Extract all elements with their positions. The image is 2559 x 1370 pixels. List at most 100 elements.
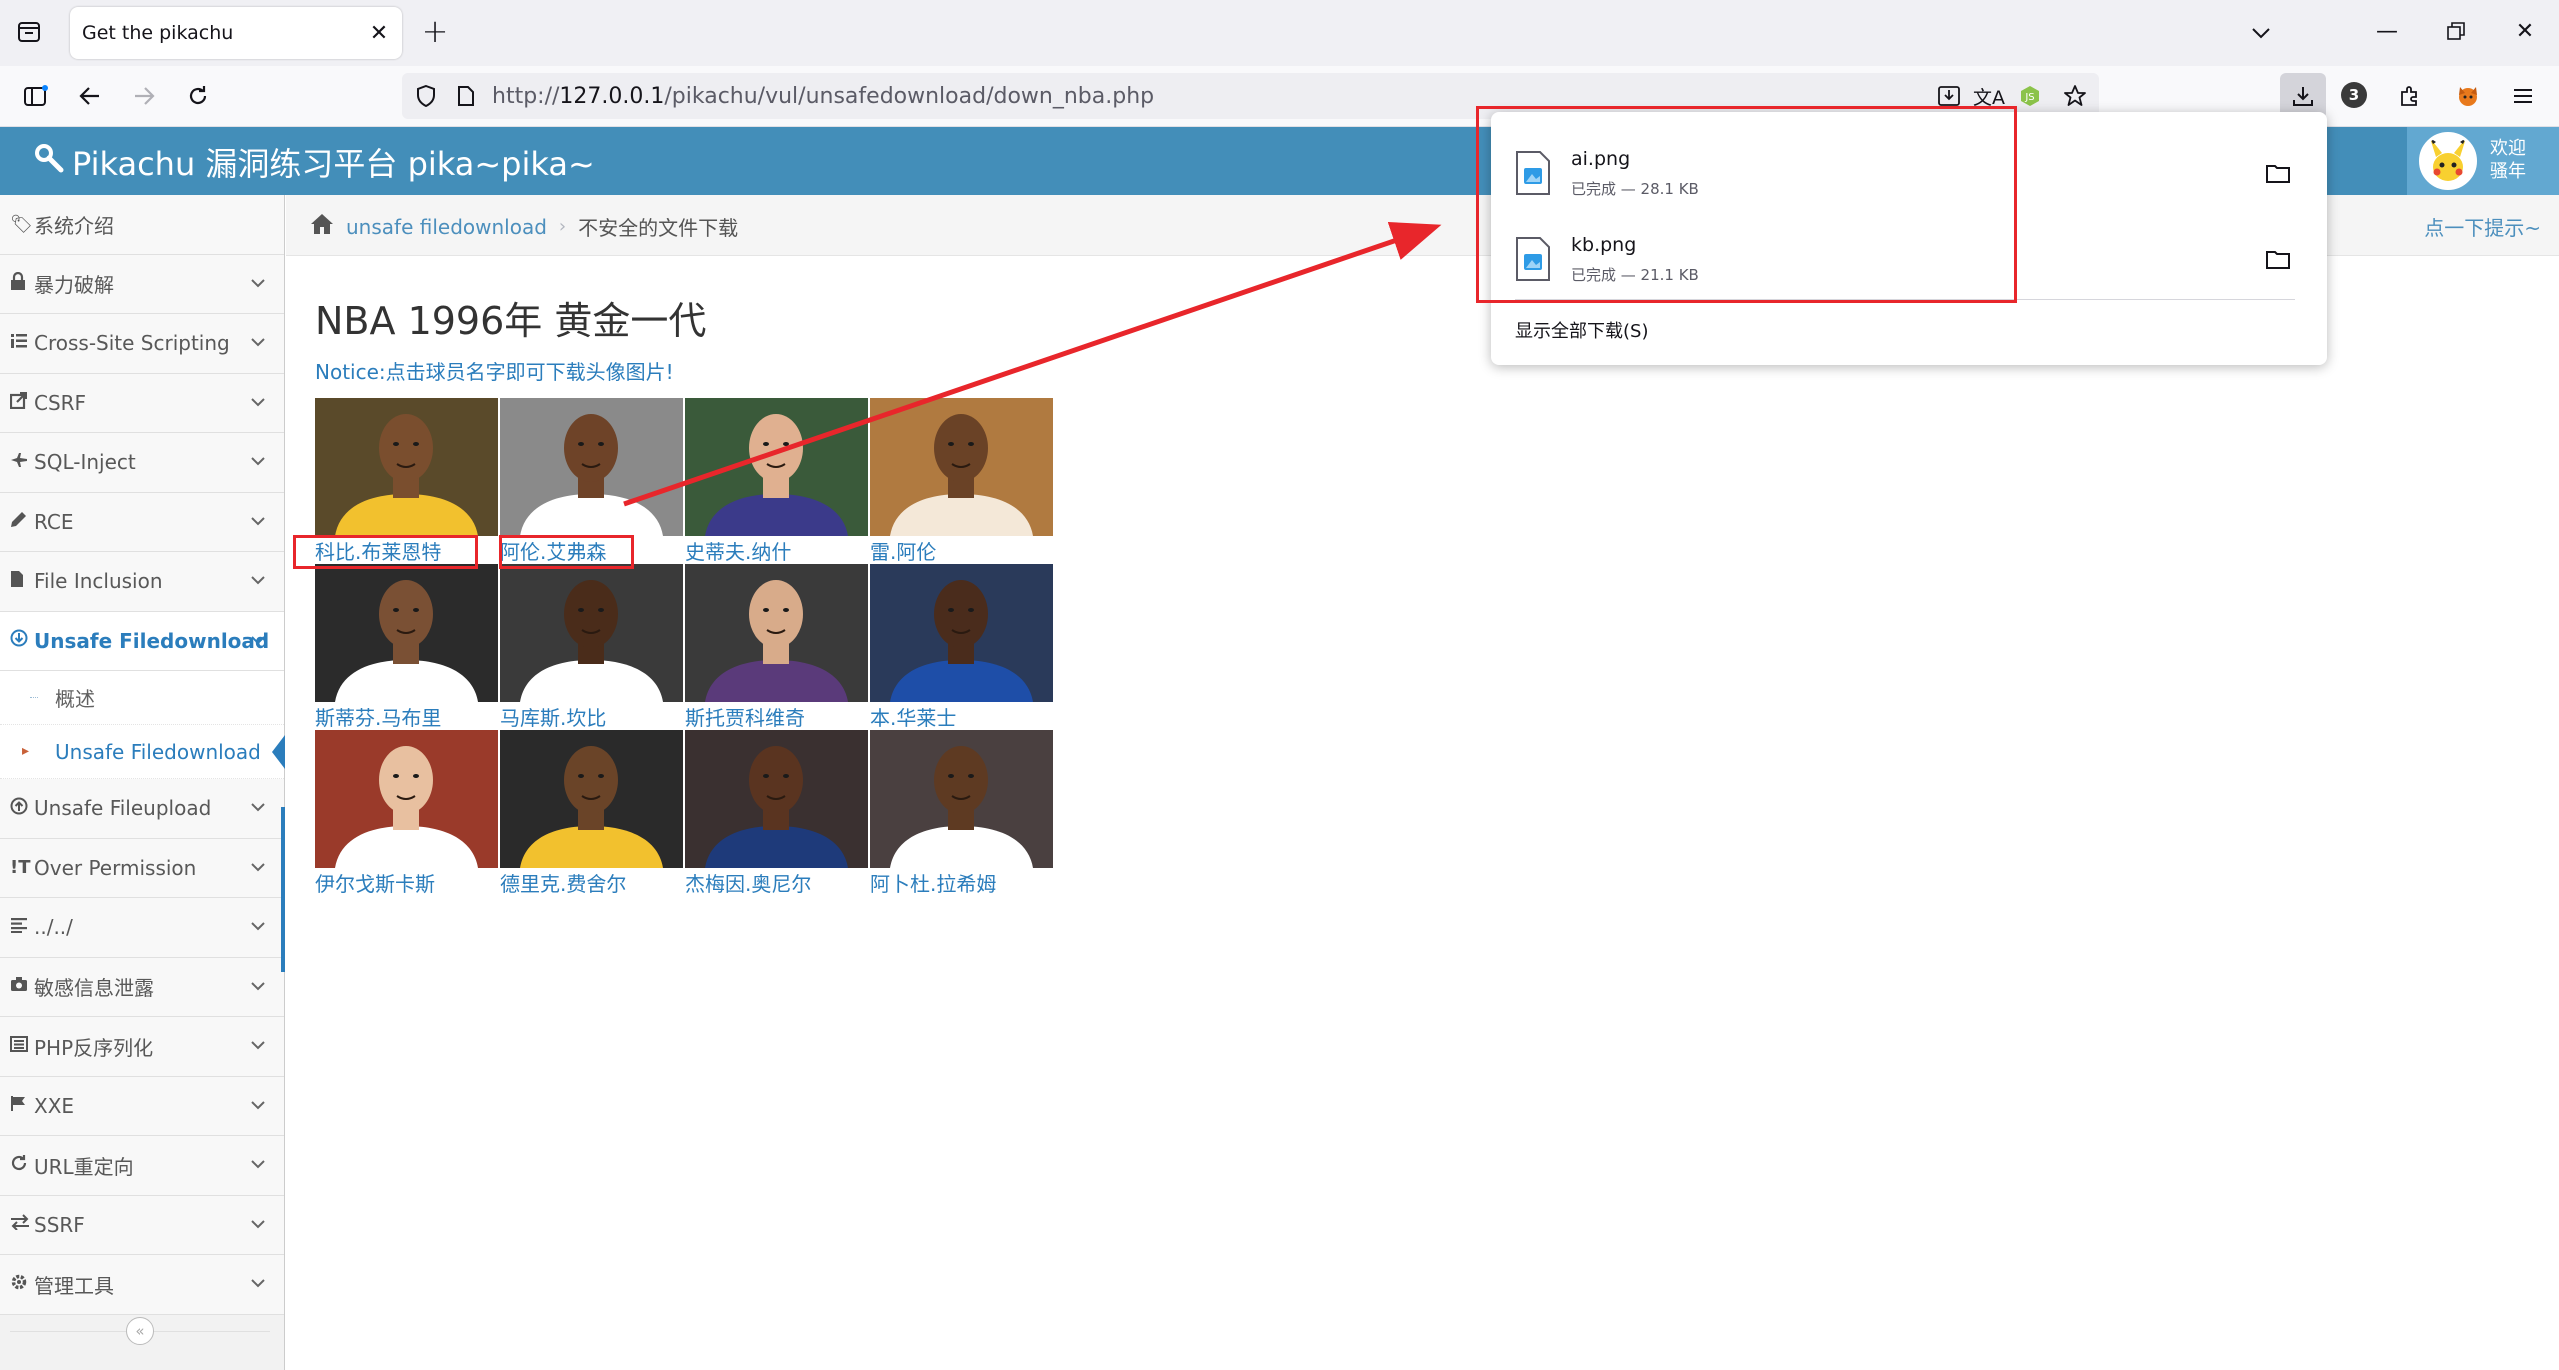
text-cursor-icon: !T	[10, 857, 31, 879]
folder-icon[interactable]	[2261, 242, 2295, 276]
hint-link[interactable]: 点一下提示~	[2424, 212, 2541, 241]
chevron-down-icon	[250, 976, 266, 995]
player-download-link[interactable]: 科比.布莱恩特	[315, 536, 441, 565]
sidebar-item-over-permission[interactable]: !T Over Permission	[0, 838, 284, 898]
player-card: 阿卜杜.拉希姆	[870, 730, 1053, 897]
fox-extension-icon[interactable]	[2450, 78, 2486, 114]
breadcrumb-separator-icon: ›	[558, 216, 567, 237]
menu-hamburger-icon[interactable]	[2505, 78, 2541, 114]
player-photo	[870, 564, 1053, 702]
sidebar-item-rce[interactable]: RCE	[0, 492, 284, 552]
sidebar-item-admin-tools[interactable]: 管理工具	[0, 1255, 284, 1315]
sidebar-item-label: Cross-Site Scripting	[34, 331, 230, 356]
tracking-shield-icon[interactable]	[410, 80, 442, 112]
page-info-icon[interactable]	[450, 80, 482, 112]
sidebar-collapse-icon[interactable]: «	[126, 1317, 154, 1345]
welcome-line-2: 骚年	[2490, 161, 2526, 182]
chevron-down-icon	[250, 916, 266, 935]
sidebar-item-label: Unsafe Fileupload	[34, 796, 212, 821]
chevron-down-icon	[250, 570, 266, 589]
reload-icon[interactable]	[180, 78, 216, 114]
sidebar-item-info-leak[interactable]: 敏感信息泄露	[0, 957, 284, 1017]
folder-icon[interactable]	[2261, 156, 2295, 190]
sidebar-item-xss[interactable]: Cross-Site Scripting	[0, 314, 284, 374]
avatar	[2419, 132, 2477, 190]
browser-tab[interactable]: Get the pikachu ✕	[70, 7, 402, 59]
player-card: 史蒂夫.纳什	[685, 398, 868, 565]
app-title[interactable]: Pikachu 漏洞练习平台 pika~pika~	[34, 139, 595, 185]
restore-icon[interactable]	[2436, 14, 2476, 48]
sidebar-item-ssrf[interactable]: SSRF	[0, 1195, 284, 1255]
player-download-link[interactable]: 德里克.费舍尔	[500, 868, 626, 897]
back-icon[interactable]	[72, 78, 108, 114]
chevron-down-icon	[250, 1273, 266, 1292]
extension-green-icon[interactable]: JS	[2014, 80, 2046, 112]
sidebar-subitem-unsafe-filedownload[interactable]: ▸ Unsafe Filedownload	[0, 725, 285, 779]
browser-tab-strip: Get the pikachu ✕ + — ✕	[0, 0, 2559, 66]
player-download-link[interactable]: 斯托贾科维奇	[685, 702, 805, 731]
sidebar-subitem-overview[interactable]: 概述	[0, 671, 284, 725]
sidebar-item-label: SQL-Inject	[34, 450, 136, 475]
player-download-link[interactable]: 伊尔戈斯卡斯	[315, 868, 435, 897]
wrench-icon	[34, 143, 64, 181]
download-item[interactable]: ai.png 已完成 — 28.1 KB	[1515, 134, 2295, 212]
sidebar-item-bruteforce[interactable]: 暴力破解	[0, 254, 284, 314]
extensions-count-badge[interactable]: 3	[2341, 82, 2367, 108]
chevron-down-icon	[250, 392, 266, 411]
sidebar-item-label: RCE	[34, 509, 74, 534]
sidebar-item-dir-traversal[interactable]: ../../	[0, 898, 284, 958]
sidebar-item-intro[interactable]: 🏷︎ 系统介绍	[0, 195, 284, 255]
upload-circle-icon	[10, 797, 34, 820]
chevron-down-icon[interactable]	[2244, 16, 2278, 50]
lock-icon	[10, 272, 34, 295]
sidebar-toggle-icon[interactable]	[18, 78, 54, 114]
player-download-link[interactable]: 阿卜杜.拉希姆	[870, 868, 996, 897]
tab-close-icon[interactable]: ✕	[366, 20, 392, 46]
align-left-icon	[10, 917, 34, 938]
download-item[interactable]: kb.png 已完成 — 21.1 KB	[1515, 220, 2295, 298]
forward-icon[interactable]	[126, 78, 162, 114]
user-menu[interactable]: 欢迎 骚年	[2407, 127, 2559, 195]
player-photo	[315, 564, 498, 702]
sidebar-item-file-inclusion[interactable]: File Inclusion	[0, 552, 284, 612]
show-all-downloads-button[interactable]: 显示全部下载(S)	[1515, 317, 1648, 343]
player-card: 斯托贾科维奇	[685, 564, 868, 731]
sidebar-subitem-label: 概述	[55, 687, 95, 711]
player-download-link[interactable]: 马库斯.坎比	[500, 702, 606, 731]
player-download-link[interactable]: 杰梅因.奥尼尔	[685, 868, 811, 897]
active-section-bar	[281, 807, 285, 972]
image-file-icon	[1515, 150, 1551, 196]
home-icon[interactable]	[310, 213, 334, 241]
sidebar-item-xxe[interactable]: XXE	[0, 1076, 284, 1136]
sidebar-item-unsafe-fileupload[interactable]: Unsafe Fileupload	[0, 779, 284, 839]
new-tab-icon[interactable]: +	[418, 15, 452, 49]
player-download-link[interactable]: 本.华莱士	[870, 702, 956, 731]
player-download-link[interactable]: 阿伦.艾弗森	[500, 536, 606, 565]
sidebar-item-php-unserialize[interactable]: PHP反序列化	[0, 1017, 284, 1077]
save-to-pocket-icon[interactable]	[1933, 80, 1965, 112]
page-title: NBA 1996年 黄金一代	[315, 299, 707, 343]
sidebar-item-url-redirect[interactable]: URL重定向	[0, 1136, 284, 1196]
external-link-icon	[9, 391, 34, 414]
chevron-down-icon	[250, 273, 266, 292]
player-photo	[500, 564, 683, 702]
sidebar-item-csrf[interactable]: CSRF	[0, 373, 284, 433]
sidebar: 🏷︎ 系统介绍 暴力破解 Cross-Site Scripting CSRF S…	[0, 195, 285, 1370]
svg-text:JS: JS	[2024, 92, 2034, 103]
download-filename: kb.png	[1571, 234, 1637, 256]
extensions-puzzle-icon[interactable]	[2392, 78, 2428, 114]
list-icon	[10, 333, 34, 354]
translate-icon[interactable]: 文A	[1973, 80, 2005, 112]
bookmark-star-icon[interactable]	[2059, 80, 2091, 112]
player-download-link[interactable]: 史蒂夫.纳什	[685, 536, 791, 565]
player-download-link[interactable]: 斯蒂芬.马布里	[315, 702, 441, 731]
breadcrumb-link[interactable]: unsafe filedownload	[346, 215, 547, 239]
chevron-down-icon	[250, 332, 266, 351]
refresh-icon	[10, 1154, 34, 1177]
tab-list-icon[interactable]	[14, 17, 44, 47]
window-close-icon[interactable]: ✕	[2505, 14, 2545, 48]
player-download-link[interactable]: 雷.阿伦	[870, 536, 936, 565]
minimize-icon[interactable]: —	[2367, 14, 2407, 48]
sidebar-item-unsafe-filedownload[interactable]: Unsafe Filedownload	[0, 611, 284, 671]
sidebar-item-sqli[interactable]: SQL-Inject	[0, 433, 284, 493]
